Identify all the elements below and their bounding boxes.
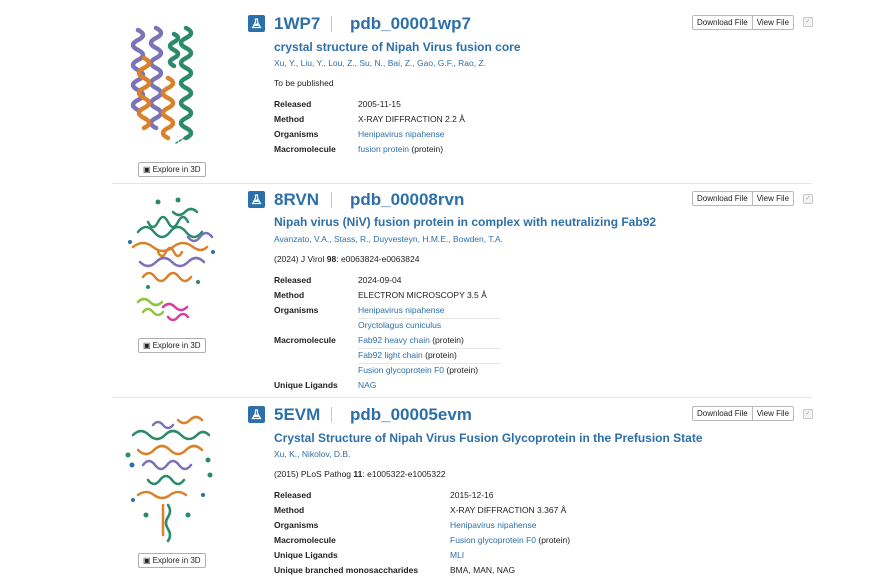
download-file-button[interactable]: Download File bbox=[692, 15, 753, 30]
entry-divider bbox=[112, 397, 812, 398]
file-buttons: Download File View File bbox=[692, 15, 795, 30]
structure-thumbnail[interactable] bbox=[118, 405, 224, 550]
pdb-code[interactable]: pdb_00008rvn bbox=[350, 191, 464, 209]
organism-link[interactable]: Henipavirus nipahense bbox=[358, 127, 444, 142]
pdb-code[interactable]: pdb_00005evm bbox=[350, 406, 472, 424]
structure-thumbnail[interactable] bbox=[118, 192, 224, 337]
entry-authors[interactable]: Xu, Y., Liu, Y., Lou, Z., Su, N., Bai, Z… bbox=[274, 58, 486, 69]
id-separator bbox=[331, 407, 332, 423]
released-label: Released bbox=[274, 99, 312, 109]
ligand-link[interactable]: MLI bbox=[450, 548, 464, 563]
entry-title[interactable]: Crystal Structure of Nipah Virus Fusion … bbox=[274, 431, 703, 445]
organism-link[interactable]: Oryctolagus cuniculus bbox=[358, 318, 441, 333]
method-label: Method bbox=[274, 114, 305, 124]
id-separator bbox=[331, 192, 332, 208]
structure-thumbnail[interactable] bbox=[118, 18, 224, 158]
method-value: X-RAY DIFFRACTION 2.2 Å bbox=[358, 114, 465, 124]
flask-icon bbox=[248, 191, 265, 208]
macromolecule-type: (protein) bbox=[446, 365, 479, 375]
pdb-id[interactable]: 1WP7 bbox=[274, 15, 320, 33]
entry-authors[interactable]: Xu, K., Nikolov, D.B. bbox=[274, 449, 350, 460]
organism-link[interactable]: Henipavirus nipahense bbox=[358, 303, 500, 319]
ligands-label: Unique Ligands bbox=[274, 380, 338, 390]
method-value: ELECTRON MICROSCOPY 3.5 Å bbox=[358, 290, 487, 300]
macromolecule-type: (protein) bbox=[411, 144, 444, 154]
released-value: 2024-09-04 bbox=[358, 275, 402, 285]
released-value: 2015-12-16 bbox=[450, 490, 494, 500]
cube-icon: ▣ bbox=[143, 341, 151, 350]
macromolecule-label: Macromolecule bbox=[274, 335, 336, 345]
download-file-button[interactable]: Download File bbox=[692, 406, 753, 421]
file-buttons: Download File View File bbox=[692, 406, 795, 421]
macromolecule-link[interactable]: Fusion glycoprotein F0 bbox=[450, 535, 536, 545]
explore-3d-button[interactable]: ▣ Explore in 3D bbox=[138, 553, 206, 568]
flask-icon bbox=[248, 15, 265, 32]
file-buttons: Download File View File bbox=[692, 191, 795, 206]
organisms-label: Organisms bbox=[274, 520, 319, 530]
select-checkbox[interactable]: ✓ bbox=[803, 409, 813, 419]
macromolecule-type: (protein) bbox=[425, 350, 457, 360]
view-file-button[interactable]: View File bbox=[752, 191, 795, 206]
entry-title[interactable]: Nipah virus (NiV) fusion protein in comp… bbox=[274, 215, 656, 229]
cube-icon: ▣ bbox=[143, 556, 151, 565]
released-label: Released bbox=[274, 275, 312, 285]
ligands-label: Unique Ligands bbox=[274, 550, 338, 560]
flask-icon bbox=[248, 406, 265, 423]
branched-value: BMA, MAN, NAG bbox=[450, 565, 516, 575]
pdb-id[interactable]: 8RVN bbox=[274, 191, 319, 209]
entry-divider bbox=[112, 183, 812, 184]
cube-icon: ▣ bbox=[143, 165, 151, 174]
select-checkbox[interactable]: ✓ bbox=[803, 194, 813, 204]
macromolecule-label: Macromolecule bbox=[274, 144, 336, 154]
explore-3d-button[interactable]: ▣ Explore in 3D bbox=[138, 338, 206, 353]
method-label: Method bbox=[274, 290, 305, 300]
organism-link[interactable]: Henipavirus nipahense bbox=[450, 518, 536, 533]
macromolecule-type: (protein) bbox=[432, 335, 464, 345]
pdb-id[interactable]: 5EVM bbox=[274, 406, 320, 424]
id-separator bbox=[331, 16, 332, 32]
released-label: Released bbox=[274, 490, 312, 500]
macromolecule-link[interactable]: fusion protein bbox=[358, 144, 409, 154]
entry-citation: To be published bbox=[274, 78, 334, 88]
branched-label: Unique branched monosaccharides bbox=[274, 565, 419, 575]
entry-citation: (2024) J Virol 98: e0063824-e0063824 bbox=[274, 254, 420, 264]
entry-citation: (2015) PLoS Pathog 11: e1005322-e1005322 bbox=[274, 469, 446, 479]
organisms-label: Organisms bbox=[274, 129, 319, 139]
pdb-code[interactable]: pdb_00001wp7 bbox=[350, 15, 471, 33]
view-file-button[interactable]: View File bbox=[752, 406, 795, 421]
macromolecule-label: Macromolecule bbox=[274, 535, 336, 545]
ligand-link[interactable]: NAG bbox=[358, 378, 376, 393]
view-file-button[interactable]: View File bbox=[752, 15, 795, 30]
macromolecule-type: (protein) bbox=[538, 535, 571, 545]
method-value: X-RAY DIFFRACTION 3.367 Å bbox=[450, 505, 567, 515]
organisms-label: Organisms bbox=[274, 305, 319, 315]
download-file-button[interactable]: Download File bbox=[692, 191, 753, 206]
macromolecule-link[interactable]: Fusion glycoprotein F0 bbox=[358, 365, 444, 375]
macromolecule-link[interactable]: Fab92 heavy chain bbox=[358, 335, 430, 345]
entry-title[interactable]: crystal structure of Nipah Virus fusion … bbox=[274, 40, 521, 54]
macromolecule-link[interactable]: Fab92 light chain bbox=[358, 350, 423, 360]
released-value: 2005-11-15 bbox=[358, 99, 401, 109]
entry-authors[interactable]: Avanzato, V.A., Stass, R., Duyvesteyn, H… bbox=[274, 234, 503, 245]
explore-3d-button[interactable]: ▣ Explore in 3D bbox=[138, 162, 206, 177]
method-label: Method bbox=[274, 505, 305, 515]
select-checkbox[interactable]: ✓ bbox=[803, 17, 813, 27]
